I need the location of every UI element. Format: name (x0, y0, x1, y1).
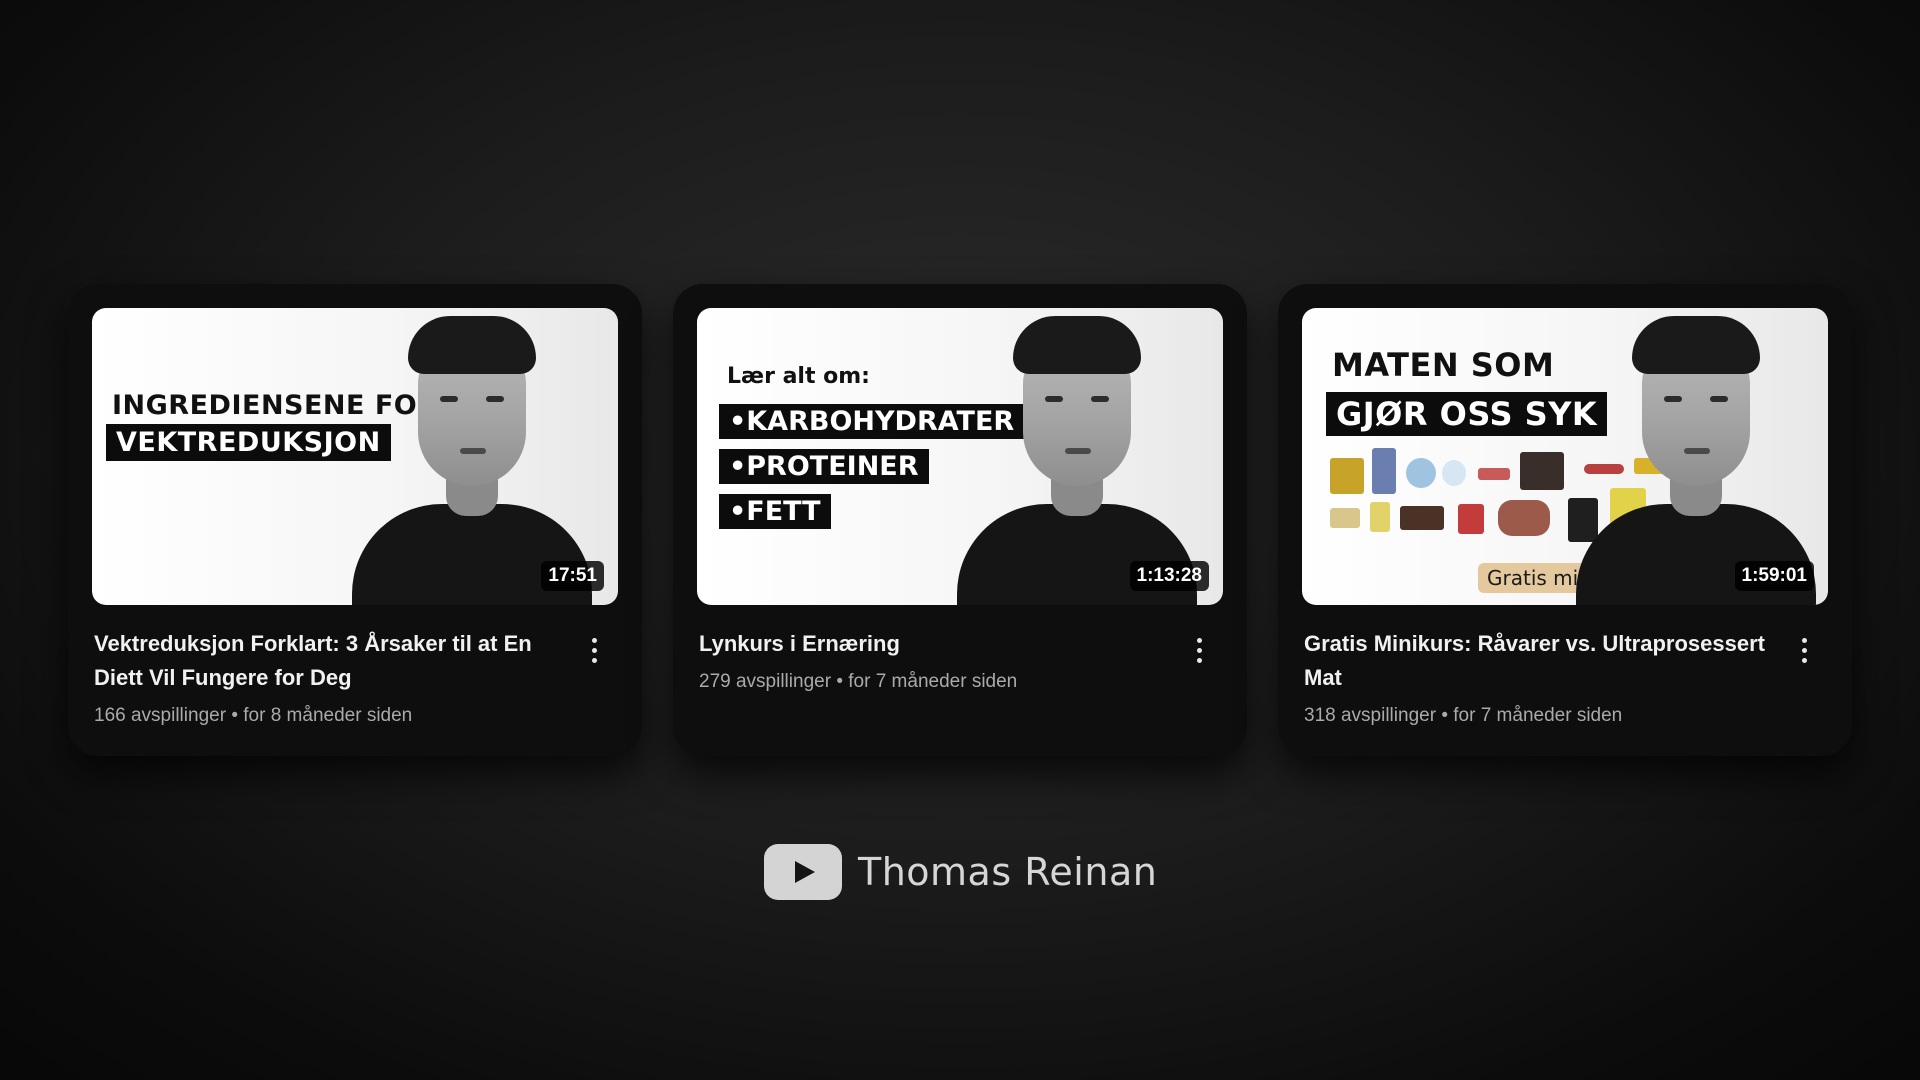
channel-branding[interactable]: Thomas Reinan (764, 844, 1157, 900)
more-options-icon[interactable] (1792, 633, 1816, 667)
more-options-icon[interactable] (582, 633, 606, 667)
video-meta: 166 avspillinger • for 8 måneder siden (94, 705, 558, 727)
view-count: 318 avspillinger (1304, 705, 1437, 726)
upload-age: for 8 måneder siden (243, 705, 413, 726)
thumbnail-bullet: •PROTEINER (719, 449, 929, 484)
duration-badge: 1:13:28 (1129, 561, 1209, 591)
view-count: 279 avspillinger (699, 671, 832, 692)
video-thumbnail[interactable]: MATEN SOM GJØR OSS SYK Gratis minikurs 1… (1302, 308, 1828, 605)
video-title[interactable]: Vektreduksjon Forklart: 3 Årsaker til at… (94, 627, 558, 695)
video-card[interactable]: INGREDIENSENE FOR VEKTREDUKSJON 17:51 Ve… (68, 284, 642, 756)
meta-separator: • (836, 671, 843, 692)
video-title[interactable]: Lynkurs i Ernæring (699, 627, 1163, 661)
video-grid: INGREDIENSENE FOR VEKTREDUKSJON 17:51 Ve… (68, 284, 1852, 756)
video-thumbnail[interactable]: Lær alt om: •KARBOHYDRATER •PROTEINER •F… (697, 308, 1223, 605)
thumbnail-heading: Lær alt om: (727, 364, 870, 389)
thumbnail-text: VEKTREDUKSJON (106, 424, 391, 461)
video-card[interactable]: MATEN SOM GJØR OSS SYK Gratis minikurs 1… (1278, 284, 1852, 756)
video-meta: 279 avspillinger • for 7 måneder siden (699, 671, 1163, 693)
channel-name: Thomas Reinan (858, 850, 1158, 894)
upload-age: for 7 måneder siden (1453, 705, 1623, 726)
duration-badge: 1:59:01 (1734, 561, 1814, 591)
more-options-icon[interactable] (1187, 633, 1211, 667)
upload-age: for 7 måneder siden (848, 671, 1018, 692)
video-card[interactable]: Lær alt om: •KARBOHYDRATER •PROTEINER •F… (673, 284, 1247, 756)
meta-separator: • (1441, 705, 1448, 726)
thumbnail-text-box: VEKTREDUKSJON (106, 424, 391, 461)
view-count: 166 avspillinger (94, 705, 227, 726)
thumbnail-text: GJØR OSS SYK (1326, 392, 1608, 436)
duration-badge: 17:51 (541, 561, 604, 591)
video-thumbnail[interactable]: INGREDIENSENE FOR VEKTREDUKSJON 17:51 (92, 308, 618, 605)
thumbnail-text: MATEN SOM (1332, 346, 1555, 384)
video-meta: 318 avspillinger • for 7 måneder siden (1304, 705, 1768, 727)
video-title[interactable]: Gratis Minikurs: Råvarer vs. Ultraproses… (1304, 627, 1768, 695)
meta-separator: • (231, 705, 238, 726)
thumbnail-text-box: GJØR OSS SYK (1326, 392, 1608, 436)
youtube-play-icon (764, 844, 842, 900)
thumbnail-bullet: •FETT (719, 494, 831, 529)
